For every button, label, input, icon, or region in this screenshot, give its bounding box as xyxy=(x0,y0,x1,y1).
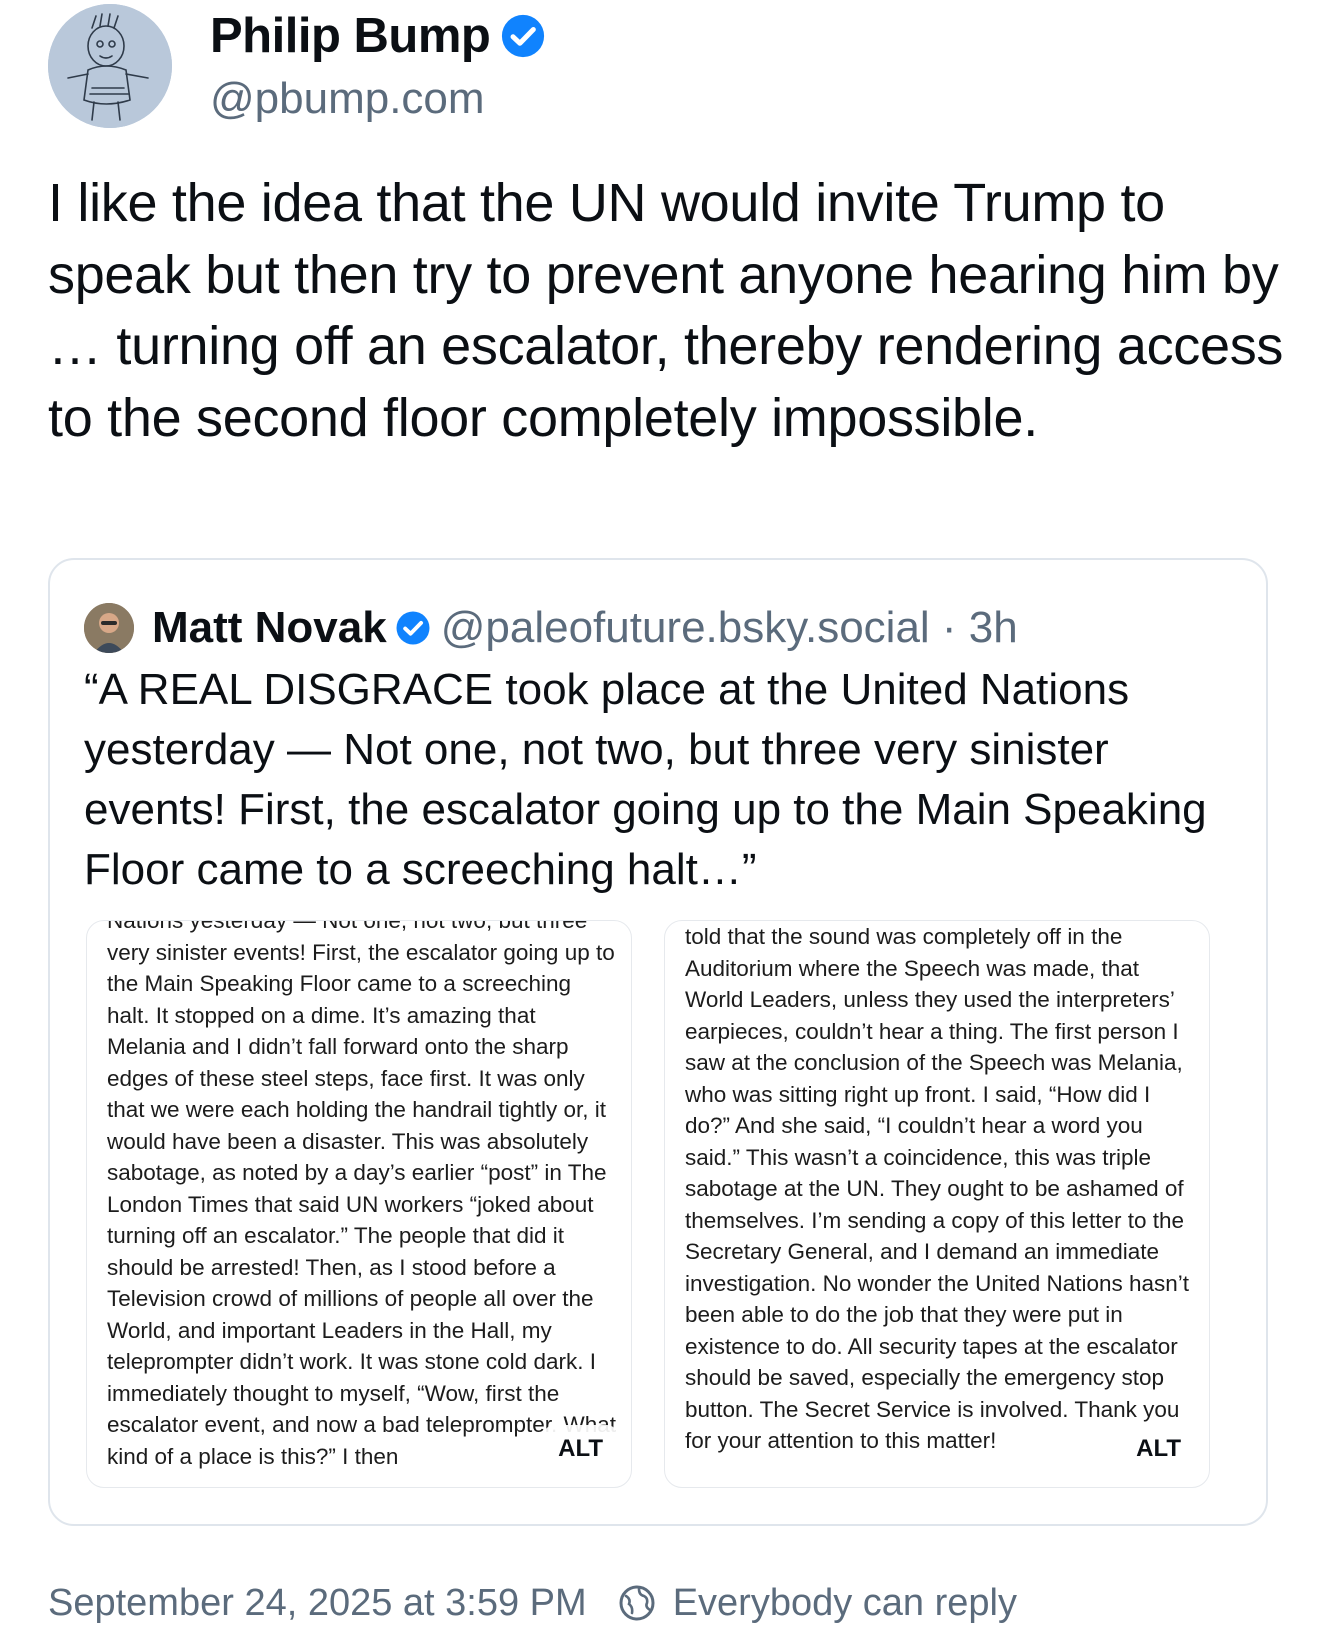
post-text: I like the idea that the UN would invite… xyxy=(48,173,1284,448)
alt-text-button[interactable]: ALT xyxy=(544,1425,617,1473)
alt-text-button[interactable]: ALT xyxy=(1122,1425,1195,1473)
quote-author-name[interactable]: Matt Novak xyxy=(152,603,387,653)
quote-author-handle[interactable]: @paleofuture.bsky.social · 3h xyxy=(441,603,1018,653)
author-avatar[interactable] xyxy=(48,4,172,128)
post-thread-item: Philip Bump @pbump.com I like the idea t… xyxy=(0,0,1320,1639)
sketch-avatar-icon xyxy=(48,4,172,128)
author-name[interactable]: Philip Bump xyxy=(210,8,546,64)
post-timestamp[interactable]: September 24, 2025 at 3:59 PM xyxy=(48,1582,587,1625)
person-avatar-icon xyxy=(84,603,134,653)
author-display-name[interactable]: Philip Bump xyxy=(210,8,491,64)
image-1-letter-text: Nations yesterday — Not one, not two, bu… xyxy=(107,920,617,1469)
globe-reply-icon xyxy=(619,1585,655,1621)
quote-image-2[interactable]: told that the sound was completely off i… xyxy=(664,920,1210,1488)
image-2-letter-text: told that the sound was completely off i… xyxy=(685,924,1190,1453)
quote-card[interactable]: Matt Novak @paleofuture.bsky.social · 3h… xyxy=(48,558,1268,1526)
reply-setting[interactable]: Everybody can reply xyxy=(673,1582,1017,1625)
verified-checkmark-icon xyxy=(502,14,545,58)
quote-text: “A REAL DISGRACE took place at the Unite… xyxy=(84,665,1207,894)
quote-image-1[interactable]: Nations yesterday — Not one, not two, bu… xyxy=(86,920,632,1488)
verified-checkmark-icon xyxy=(396,611,430,645)
post-footer: September 24, 2025 at 3:59 PM Everybody … xyxy=(48,1568,1017,1638)
quote-avatar[interactable] xyxy=(84,603,134,653)
author-handle[interactable]: @pbump.com xyxy=(210,74,485,124)
quote-header: Matt Novak @paleofuture.bsky.social · 3h xyxy=(84,598,1018,658)
